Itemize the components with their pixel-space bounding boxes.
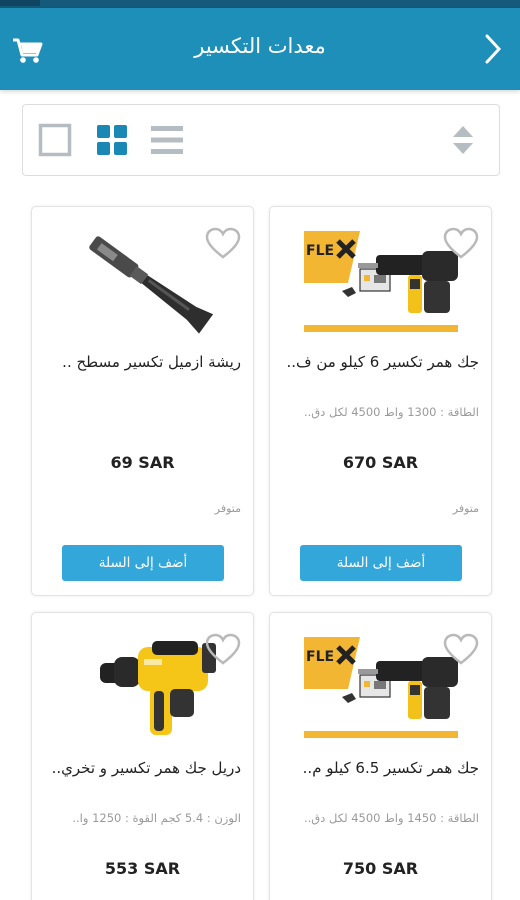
favorite-button[interactable] bbox=[205, 227, 241, 261]
product-card[interactable]: ريشة ازميل تكسير مسطح .. 69 SAR متوفر أض… bbox=[31, 206, 254, 596]
list-icon bbox=[151, 126, 183, 154]
product-price: 69 SAR bbox=[110, 453, 175, 472]
heart-icon bbox=[443, 227, 479, 259]
sort-button[interactable] bbox=[449, 122, 477, 158]
product-name[interactable]: دريل جك همر تكسير و تخري.. bbox=[42, 759, 241, 777]
grid-view-button[interactable] bbox=[95, 123, 129, 157]
svg-text:FLE: FLE bbox=[306, 649, 334, 665]
sort-arrows-icon bbox=[453, 126, 473, 154]
favorite-button[interactable] bbox=[205, 633, 241, 667]
product-price: 553 SAR bbox=[104, 859, 181, 878]
product-name[interactable]: ريشة ازميل تكسير مسطح .. bbox=[42, 353, 241, 371]
back-button[interactable] bbox=[480, 30, 506, 68]
square-icon bbox=[38, 123, 72, 157]
product-spec: الطاقة : 1450 واط 4500 لكل دق.. bbox=[304, 811, 479, 825]
product-card[interactable]: دريل جك همر تكسير و تخري.. الوزن : 5.4 ك… bbox=[31, 612, 254, 900]
chevron-right-icon bbox=[485, 34, 502, 64]
product-spec: الطاقة : 1300 واط 4500 لكل دق.. bbox=[304, 405, 479, 419]
app-bar: معدات التكسير bbox=[0, 8, 520, 90]
favorite-button[interactable] bbox=[443, 633, 479, 667]
status-bar bbox=[0, 0, 520, 8]
product-card[interactable]: FLE جك همر تكسير 6 كيلو من ف.. الطاقة : … bbox=[269, 206, 492, 596]
add-to-cart-button[interactable]: أضف إلى السلة bbox=[62, 545, 224, 581]
grid-icon bbox=[97, 125, 127, 155]
page-title: معدات التكسير bbox=[194, 34, 326, 58]
product-price: 670 SAR bbox=[342, 453, 419, 472]
product-card[interactable]: FLE جك همر تكسير 6.5 كيلو م.. الطاقة : 1… bbox=[269, 612, 492, 900]
status-bar-indicator bbox=[0, 0, 40, 6]
view-toolbar bbox=[22, 104, 500, 176]
stock-status: متوفر bbox=[452, 502, 479, 515]
heart-icon bbox=[205, 227, 241, 259]
favorite-button[interactable] bbox=[443, 227, 479, 261]
svg-text:FLE: FLE bbox=[306, 243, 334, 259]
product-name[interactable]: جك همر تكسير 6.5 كيلو م.. bbox=[280, 759, 479, 777]
add-to-cart-button[interactable]: أضف إلى السلة bbox=[300, 545, 462, 581]
product-name[interactable]: جك همر تكسير 6 كيلو من ف.. bbox=[280, 353, 479, 371]
heart-icon bbox=[443, 633, 479, 665]
single-view-button[interactable] bbox=[38, 123, 72, 157]
stock-status: متوفر bbox=[214, 502, 241, 515]
heart-icon bbox=[205, 633, 241, 665]
list-view-button[interactable] bbox=[150, 123, 184, 157]
product-price: 750 SAR bbox=[342, 859, 419, 878]
product-spec: الوزن : 5.4 كجم القوة : 1250 وا.. bbox=[72, 811, 241, 825]
